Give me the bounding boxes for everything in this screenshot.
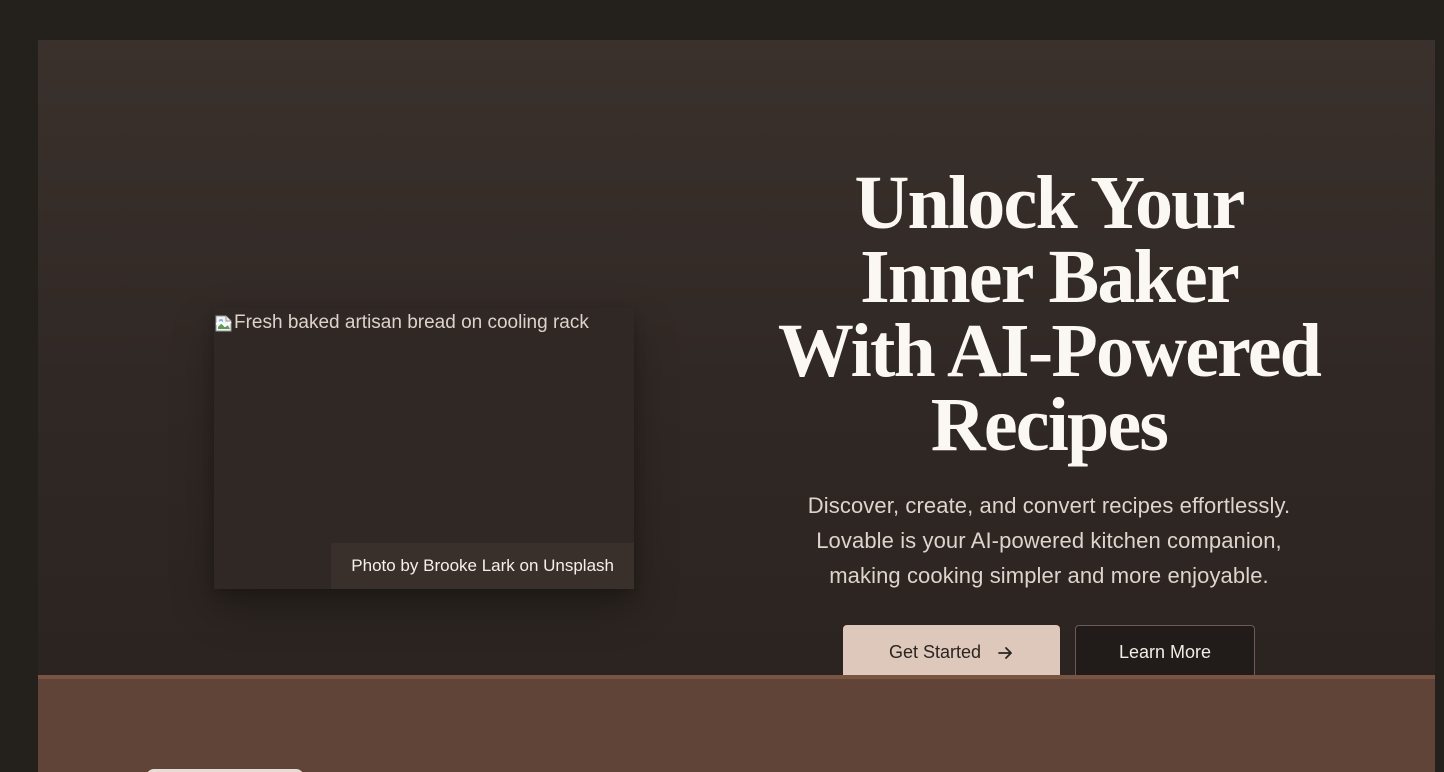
next-section xyxy=(38,675,1435,772)
hero-title-line-1: Unlock Your xyxy=(854,161,1245,245)
hero-subtitle-line-1: Discover, create, and convert recipes ef… xyxy=(807,493,1291,518)
browser-content-frame: Fresh baked artisan bread on cooling rac… xyxy=(38,40,1435,772)
hero-section: Fresh baked artisan bread on cooling rac… xyxy=(38,40,1435,680)
hero-content: Unlock Your Inner Baker With AI-Powered … xyxy=(750,165,1348,680)
hero-image-alt-text: Fresh baked artisan bread on cooling rac… xyxy=(234,312,589,333)
photo-credit: Photo by Brooke Lark on Unsplash xyxy=(331,543,634,589)
hero-title: Unlock Your Inner Baker With AI-Powered … xyxy=(750,165,1348,463)
hero-title-line-3: With AI-Powered xyxy=(777,309,1322,393)
get-started-button[interactable]: Get Started xyxy=(843,625,1060,680)
hero-image: Fresh baked artisan bread on cooling rac… xyxy=(214,312,589,334)
hero-subtitle-line-2: Lovable is your AI-powered kitchen compa… xyxy=(816,528,1282,553)
learn-more-label: Learn More xyxy=(1118,642,1212,662)
learn-more-button[interactable]: Learn More xyxy=(1075,625,1255,680)
hero-title-line-2: Inner Baker xyxy=(860,235,1240,319)
hero-title-line-4: Recipes xyxy=(930,383,1169,467)
arrow-right-icon xyxy=(996,644,1014,662)
hero-subtitle: Discover, create, and convert recipes ef… xyxy=(769,488,1329,593)
broken-image-icon xyxy=(214,313,233,333)
hero-actions: Get Started Learn More xyxy=(750,625,1348,680)
hero-image-card: Fresh baked artisan bread on cooling rac… xyxy=(214,308,634,589)
get-started-label: Get Started xyxy=(888,642,982,662)
hero-subtitle-line-3: making cooking simpler and more enjoyabl… xyxy=(829,563,1269,588)
